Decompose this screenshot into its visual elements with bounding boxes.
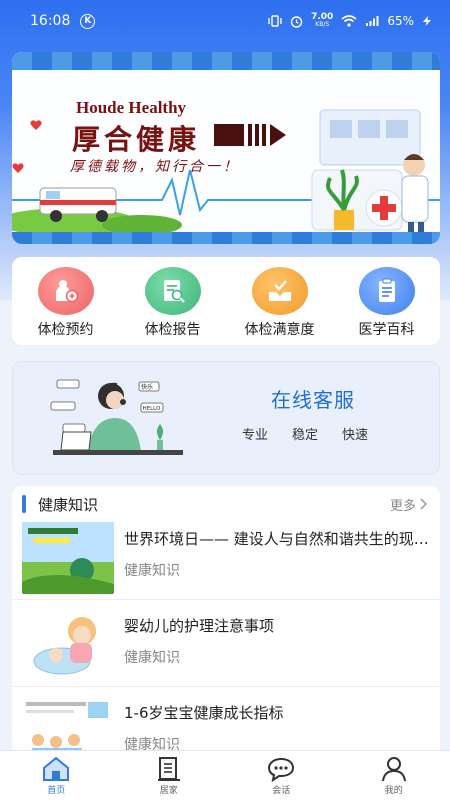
- more-label: 更多: [389, 498, 416, 514]
- charging-icon: [423, 16, 431, 26]
- menu-item-encyclopedia[interactable]: 医学百科: [333, 257, 440, 345]
- chat-icon: [268, 757, 295, 782]
- vibrate-icon: [268, 15, 282, 27]
- online-service-card[interactable]: 快乐 HELLO 在线客服 专业 稳定 快速: [12, 361, 440, 475]
- menu-label-satisfaction: 体检满意度: [244, 322, 315, 338]
- tab-home[interactable]: 首页: [0, 751, 113, 800]
- list-item[interactable]: 婴幼儿的护理注意事项 健康知识: [12, 603, 440, 687]
- brand-arrow-icon: [214, 124, 286, 146]
- article-thumbnail: [22, 522, 114, 594]
- tab-label-home-care: 居家: [159, 786, 178, 796]
- promo-banner[interactable]: Houde Healthy 厚合健康 厚德载物，知行合一！: [12, 52, 440, 244]
- service-title: 在线客服: [271, 388, 355, 412]
- article-thumbnail: [22, 609, 114, 681]
- section-accent-bar: [22, 495, 26, 513]
- alarm-icon: [290, 15, 303, 28]
- article-title: 婴幼儿的护理注意事项: [124, 617, 275, 635]
- report-icon: [144, 267, 201, 315]
- satisfaction-icon: [251, 267, 308, 315]
- net-speed-value: 7.00: [311, 12, 334, 22]
- banner-bottom-pattern: [12, 232, 440, 244]
- status-time: 16:08: [30, 13, 71, 29]
- article-category: 健康知识: [124, 650, 180, 666]
- status-right: 7.00 KB/S 65%: [268, 13, 432, 29]
- article-category: 健康知识: [124, 563, 180, 579]
- list-item[interactable]: 世界环境日—— 建设人与自然和谐共生的现代化 健康知识: [12, 516, 440, 600]
- wifi-icon: [341, 15, 357, 27]
- more-link[interactable]: 更多: [390, 495, 428, 514]
- brand-english: Houde Healthy: [76, 98, 187, 117]
- service-tag-professional: 专业: [242, 428, 269, 443]
- menu-label-encyclopedia: 医学百科: [358, 322, 415, 338]
- service-tag-stable: 稳定: [292, 428, 319, 443]
- banner-slogan: 厚德载物，知行合一！: [70, 159, 240, 175]
- chevron-right-icon: [420, 498, 428, 510]
- user-icon: [381, 757, 406, 782]
- tab-label-home: 首页: [47, 786, 66, 796]
- quick-menu: 体检预约 体检报告 体检满意度 医学百科: [12, 257, 440, 345]
- bubble-happy: 快乐: [141, 383, 153, 391]
- brand-chinese: 厚合健康: [72, 123, 201, 156]
- customer-service-illustration: 快乐 HELLO: [50, 379, 183, 455]
- service-tags: 专业 稳定 快速: [242, 424, 368, 443]
- menu-label-report: 体检报告: [144, 322, 201, 338]
- tab-home-care[interactable]: 居家: [113, 751, 226, 800]
- net-speed: 7.00 KB/S: [311, 13, 333, 29]
- net-speed-unit: KB/S: [315, 21, 330, 28]
- k-badge-icon: K: [80, 13, 96, 29]
- bubble-hello: HELLO: [143, 406, 162, 412]
- status-bar: 16:08 K 7.00 KB/S 65%: [0, 0, 450, 42]
- menu-item-report[interactable]: 体检报告: [119, 257, 226, 345]
- menu-item-appointment[interactable]: 体检预约: [12, 257, 119, 345]
- service-tag-fast: 快速: [342, 428, 369, 443]
- tab-profile[interactable]: 我的: [338, 751, 450, 800]
- signal-icon: [366, 16, 379, 26]
- health-knowledge-section: 健康知识 更多 世界环境日—— 建设人与自然和谐共生的现代化 健康知识 婴幼儿的…: [12, 486, 440, 776]
- banner-top-pattern: [12, 52, 440, 70]
- appointment-icon: [37, 267, 94, 315]
- encyclopedia-icon: [358, 267, 415, 315]
- home-icon: [43, 756, 70, 781]
- tab-chat[interactable]: 会话: [225, 751, 338, 800]
- article-title: 世界环境日—— 建设人与自然和谐共生的现代化: [124, 530, 430, 548]
- article-title: 1-6岁宝宝健康成长指标: [124, 704, 284, 722]
- tab-label-profile: 我的: [384, 786, 403, 796]
- menu-item-satisfaction[interactable]: 体检满意度: [226, 257, 333, 345]
- menu-label-appointment: 体检预约: [37, 322, 94, 338]
- tab-label-chat: 会话: [272, 786, 291, 796]
- document-icon: [157, 757, 180, 781]
- bottom-tab-bar: 首页 居家 会话 我的: [0, 750, 450, 800]
- battery-percent: 65%: [387, 14, 414, 28]
- section-title: 健康知识: [38, 495, 99, 514]
